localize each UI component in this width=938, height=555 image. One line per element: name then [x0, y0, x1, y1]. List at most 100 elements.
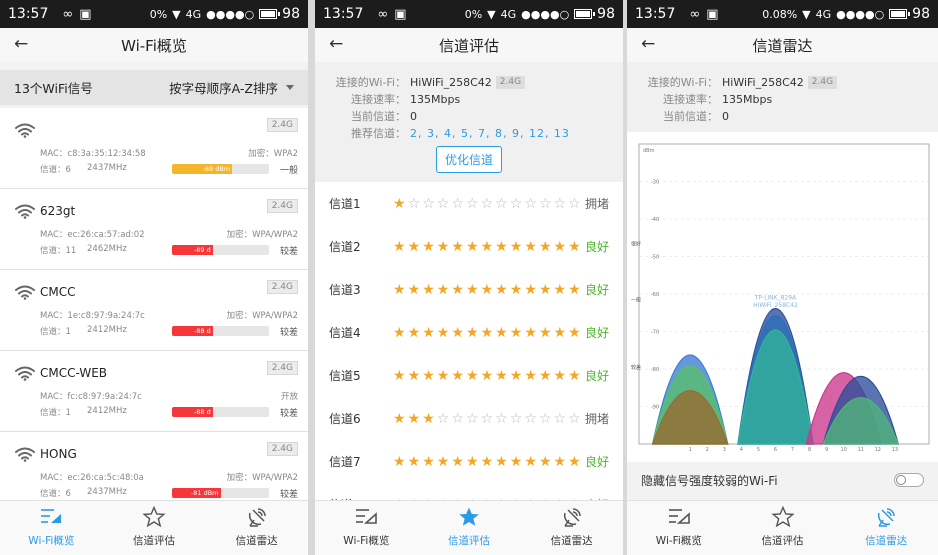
star-filled-icon: ★ — [393, 367, 406, 384]
tab-label: 信道雷达 — [550, 535, 593, 547]
optimize-channel-button[interactable]: 优化信道 — [435, 146, 502, 173]
back-arrow-icon[interactable]: ← — [329, 34, 343, 54]
signal-bar-fill: -81 dBm — [172, 488, 221, 498]
connection-info: 连接的Wi-Fi： HiWiFi_258C42 2.4G 连接速率： 135Mbps … — [627, 62, 938, 135]
current-channel-value: 0 — [722, 110, 729, 123]
signal-bar: -88 d — [172, 326, 269, 336]
encryption: 加密：WPA2 — [248, 149, 298, 159]
star-empty-icon: ☆ — [538, 195, 552, 212]
channel-status: 拥堵 — [584, 412, 609, 426]
tab-channel-eval[interactable]: 信道评估 — [731, 501, 835, 555]
tab-channel-radar[interactable]: 信道雷达 — [834, 501, 938, 555]
wifi-list-item[interactable]: 2.4G MAC：c8:3a:35:12:34:58 加密：WPA2 信道：6 2437… — [0, 108, 308, 189]
status-bar: 13:57 ∞ ▣ 0.08% ▼ 4G ●●●●○ 98 — [627, 0, 938, 28]
star-empty-icon: ☆ — [495, 195, 508, 212]
tab-wifi-overview[interactable]: Wi-Fi概览 — [627, 501, 731, 555]
star-filled-icon: ★ — [422, 453, 435, 470]
star-icon — [770, 505, 795, 528]
channel-rating: ★★★★★★★★★★★★★ — [393, 326, 581, 340]
status-speed: 0.08% — [762, 7, 798, 21]
x-tick-label: 5 — [757, 447, 760, 453]
star-filled-icon: ★ — [393, 324, 406, 341]
wifi-list-item[interactable]: 623gt 2.4G MAC：ec:26:ca:57:ad:02 加密：WPA/WPA… — [0, 189, 308, 270]
y-tick-label: -50 — [651, 255, 659, 261]
star-filled-icon: ★ — [553, 367, 567, 384]
y-tick-label: -60 — [651, 292, 659, 298]
channel-status: 拥堵 — [584, 197, 609, 211]
status-bar: 13:57 ∞ ▣ 0% ▼ 4G ●●●●○ 98 — [0, 0, 308, 28]
back-arrow-icon[interactable]: ← — [14, 34, 28, 54]
encryption: 加密：WPA/WPA2 — [226, 311, 298, 321]
tab-label: Wi-Fi概览 — [655, 535, 702, 547]
channel-radar-chart: -30 -40 -50 -60 -70 -80 -90 dBm 很好 一般 较差 1 2 3 4 5 6 7 8 9 1… — [627, 132, 938, 462]
star-filled-icon: ★ — [568, 281, 581, 298]
x-tick-label: 9 — [825, 447, 828, 453]
tab-label: 信道评估 — [761, 535, 804, 547]
signal-bar-fill: -88 d — [172, 326, 213, 336]
sort-dropdown[interactable]: 按字母顺序A-Z排序 — [169, 78, 294, 97]
cell-signal-icon: ●●●●○ — [521, 7, 570, 21]
frequency: 2437MHz — [87, 487, 127, 497]
back-arrow-icon[interactable]: ← — [641, 34, 655, 54]
channel-name: 信道2 — [329, 240, 361, 254]
wifi-status-icon: ▼ — [172, 7, 181, 21]
star-filled-icon: ★ — [451, 324, 464, 341]
status-battery: 98 — [912, 6, 930, 22]
star-filled-icon: ★ — [436, 238, 450, 255]
channel-name: 信道6 — [329, 412, 361, 426]
star-filled-icon: ★ — [568, 238, 581, 255]
cell-signal-icon: ●●●●○ — [206, 7, 255, 21]
tab-channel-eval[interactable]: 信道评估 — [103, 501, 206, 555]
wifi-status-icon: ▼ — [802, 7, 811, 21]
channel-row: 信道2 ★ ★ ★ ★ ★ ★ ★ ★ ★ ★ ★ ★ ★ 良好 — [315, 225, 623, 268]
tab-bar: Wi-Fi概览 信道评估 信道雷达 — [315, 500, 623, 555]
channel-status: 良好 — [584, 326, 609, 340]
status-time: 13:57 — [635, 6, 676, 22]
star-filled-icon: ★ — [495, 238, 508, 255]
wifi-list-item[interactable]: CMCC-WEB 2.4G MAC：fc:c8:97:9a:24:7c 开放 信道：1 2… — [0, 351, 308, 432]
star-filled-icon: ★ — [436, 324, 450, 341]
x-tick-label: 2 — [706, 447, 709, 453]
tab-channel-eval[interactable]: 信道评估 — [418, 501, 521, 555]
star-filled-icon: ★ — [568, 453, 581, 470]
signal-quality: 一般 — [279, 166, 298, 176]
hide-weak-toggle[interactable] — [894, 473, 924, 487]
image-icon: ▣ — [79, 6, 92, 22]
star-filled-icon: ★ — [509, 367, 523, 384]
chevron-down-icon — [286, 85, 294, 90]
signal-quality: 较差 — [279, 328, 298, 338]
channel-radar-screen: 13:57 ∞ ▣ 0.08% ▼ 4G ●●●●○ 98 ← 信道雷达 连接的… — [627, 0, 938, 555]
band-badge: 2.4G — [266, 280, 298, 294]
status-net: 4G — [185, 7, 202, 21]
wifi-overview-screen: 13:57 ∞ ▣ 0% ▼ 4G ●●●●○ 98 ← Wi-Fi概览 13个… — [0, 0, 308, 555]
tab-wifi-overview[interactable]: Wi-Fi概览 — [0, 501, 103, 555]
star-filled-icon: ★ — [465, 238, 479, 255]
star-filled-icon: ★ — [436, 281, 450, 298]
star-filled-icon: ★ — [407, 453, 421, 470]
star-filled-icon: ★ — [451, 238, 464, 255]
star-empty-icon: ☆ — [436, 410, 450, 427]
star-filled-icon: ★ — [553, 324, 567, 341]
star-filled-icon: ★ — [509, 281, 523, 298]
star-empty-icon: ☆ — [451, 195, 464, 212]
tab-wifi-overview[interactable]: Wi-Fi概览 — [315, 501, 418, 555]
star-filled-icon: ★ — [495, 281, 508, 298]
star-filled-icon: ★ — [436, 367, 450, 384]
star-filled-icon: ★ — [509, 324, 523, 341]
wifi-list-item[interactable]: CMCC 2.4G MAC：1e:c8:97:9a:24:7c 加密：WPA/WPA2… — [0, 270, 308, 351]
star-filled-icon: ★ — [480, 453, 494, 470]
signal-bar-fill: -89 d — [172, 245, 213, 255]
mac-address: MAC：ec:26:ca:5c:48:0a — [40, 473, 144, 483]
tab-bar: Wi-Fi概览 信道评估 信道雷达 — [627, 500, 938, 555]
wifi-ssid: CMCC-WEB — [40, 366, 108, 380]
tab-channel-radar[interactable]: 信道雷达 — [205, 501, 308, 555]
tab-channel-radar[interactable]: 信道雷达 — [520, 501, 623, 555]
x-tick-label: 4 — [740, 447, 743, 453]
star-filled-icon: ★ — [407, 324, 421, 341]
status-speed: 0% — [464, 7, 483, 21]
signal-bar: -69 dBm — [172, 164, 269, 174]
image-icon: ▣ — [706, 6, 719, 22]
sort-label: 按字母顺序A-Z排序 — [169, 81, 278, 96]
band-badge: 2.4G — [266, 361, 298, 375]
channel: 信道：11 — [40, 246, 77, 256]
